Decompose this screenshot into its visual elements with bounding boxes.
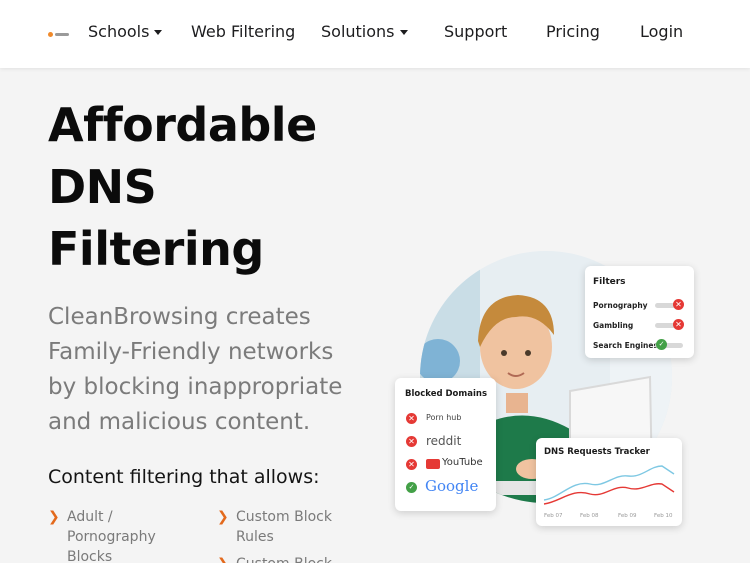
tracker-line-chart [543, 465, 675, 505]
blocked-x-icon: ✕ [673, 319, 684, 330]
chevron-right-icon: ❯ [48, 509, 60, 525]
filter-label: Pornography [593, 301, 648, 310]
hero-subtitle-line: Family-Friendly networks [48, 339, 334, 365]
nav-schools[interactable]: Schools [88, 22, 163, 41]
blocked-x-icon: ✕ [406, 413, 417, 424]
hero-title-line: DNS [48, 160, 157, 214]
blocked-x-icon: ✕ [673, 299, 684, 310]
hero-subtitle-line: and malicious content. [48, 409, 311, 435]
nav-web-filtering-label: Web Filtering [191, 22, 296, 41]
domain-label-youtube: YouTube [442, 457, 483, 468]
filter-label: Gambling [593, 321, 634, 330]
top-navbar: Schools Web Filtering Solutions Support … [0, 0, 750, 68]
hero-subtitle-line: CleanBrowsing creates [48, 304, 311, 330]
domain-label-reddit: reddit [426, 434, 462, 448]
tracker-date: Feb 07 [544, 513, 563, 519]
chevron-down-icon [399, 30, 408, 35]
nav-support[interactable]: Support [444, 22, 507, 41]
filters-card-title: Filters [593, 277, 626, 287]
chevron-right-icon: ❯ [217, 509, 229, 525]
dns-requests-tracker-card: DNS Requests Tracker Feb 07 Feb 08 Feb 0… [536, 438, 682, 526]
nav-support-label: Support [444, 22, 508, 41]
domain-label-pornhub: Porn hub [426, 413, 462, 422]
nav-schools-label: Schools [88, 22, 150, 41]
nav-pricing-label: Pricing [546, 22, 600, 41]
allowed-check-icon: ✓ [406, 482, 417, 493]
feature-item: ❯ Adult / Pornography Blocks [48, 507, 198, 563]
allows-heading: Content filtering that allows: [48, 466, 320, 488]
hero-subtitle: CleanBrowsing creates Family-Friendly ne… [48, 300, 368, 440]
tracker-date: Feb 09 [618, 513, 637, 519]
filter-label: Search Engines [593, 341, 658, 350]
feature-line: Custom Block [217, 554, 367, 563]
feature-line: Adult / [67, 509, 113, 525]
nav-login[interactable]: Login [640, 22, 683, 41]
filters-card: Filters Pornography ✕ Gambling ✕ Search … [585, 266, 694, 358]
blocked-x-icon: ✕ [406, 459, 417, 470]
blocked-domains-title: Blocked Domains [405, 389, 488, 399]
tracker-blue-line [543, 465, 675, 501]
feature-line: Blocks [67, 549, 113, 563]
feature-line: Custom Block [236, 509, 332, 525]
blocked-domains-card: Blocked Domains ✕ Porn hub ✕ reddit ✕ Yo… [395, 378, 496, 511]
cleanbrowsing-logo[interactable] [48, 30, 70, 38]
chevron-down-icon [154, 30, 163, 35]
domain-label-google: Google [425, 477, 479, 495]
nav-login-label: Login [640, 22, 684, 41]
hero-title-line: Affordable [48, 98, 317, 152]
allowed-check-icon: ✓ [656, 339, 667, 350]
feature-item: ❯ Custom Block [217, 554, 367, 563]
feature-item: ❯ Custom Block Rules [217, 507, 367, 547]
logo-mark-icon [48, 31, 53, 37]
blocked-x-icon: ✕ [406, 436, 417, 447]
nav-solutions[interactable]: Solutions [321, 22, 408, 41]
tracker-title: DNS Requests Tracker [544, 447, 650, 457]
feature-line: Rules [236, 529, 274, 545]
nav-web-filtering[interactable]: Web Filtering [191, 22, 295, 41]
tracker-date: Feb 08 [580, 513, 599, 519]
logo-wordmark [55, 32, 69, 36]
hero-title-line: Filtering [48, 222, 264, 276]
chevron-right-icon: ❯ [217, 554, 229, 563]
hero-title: Affordable DNS Filtering [48, 94, 378, 280]
youtube-play-icon [426, 459, 440, 469]
nav-solutions-label: Solutions [321, 22, 395, 41]
feature-line: Pornography [67, 529, 156, 545]
hero-subtitle-line: by blocking inappropriate [48, 374, 343, 400]
tracker-red-line [543, 483, 675, 505]
tracker-date: Feb 10 [654, 513, 673, 519]
nav-pricing[interactable]: Pricing [546, 22, 600, 41]
